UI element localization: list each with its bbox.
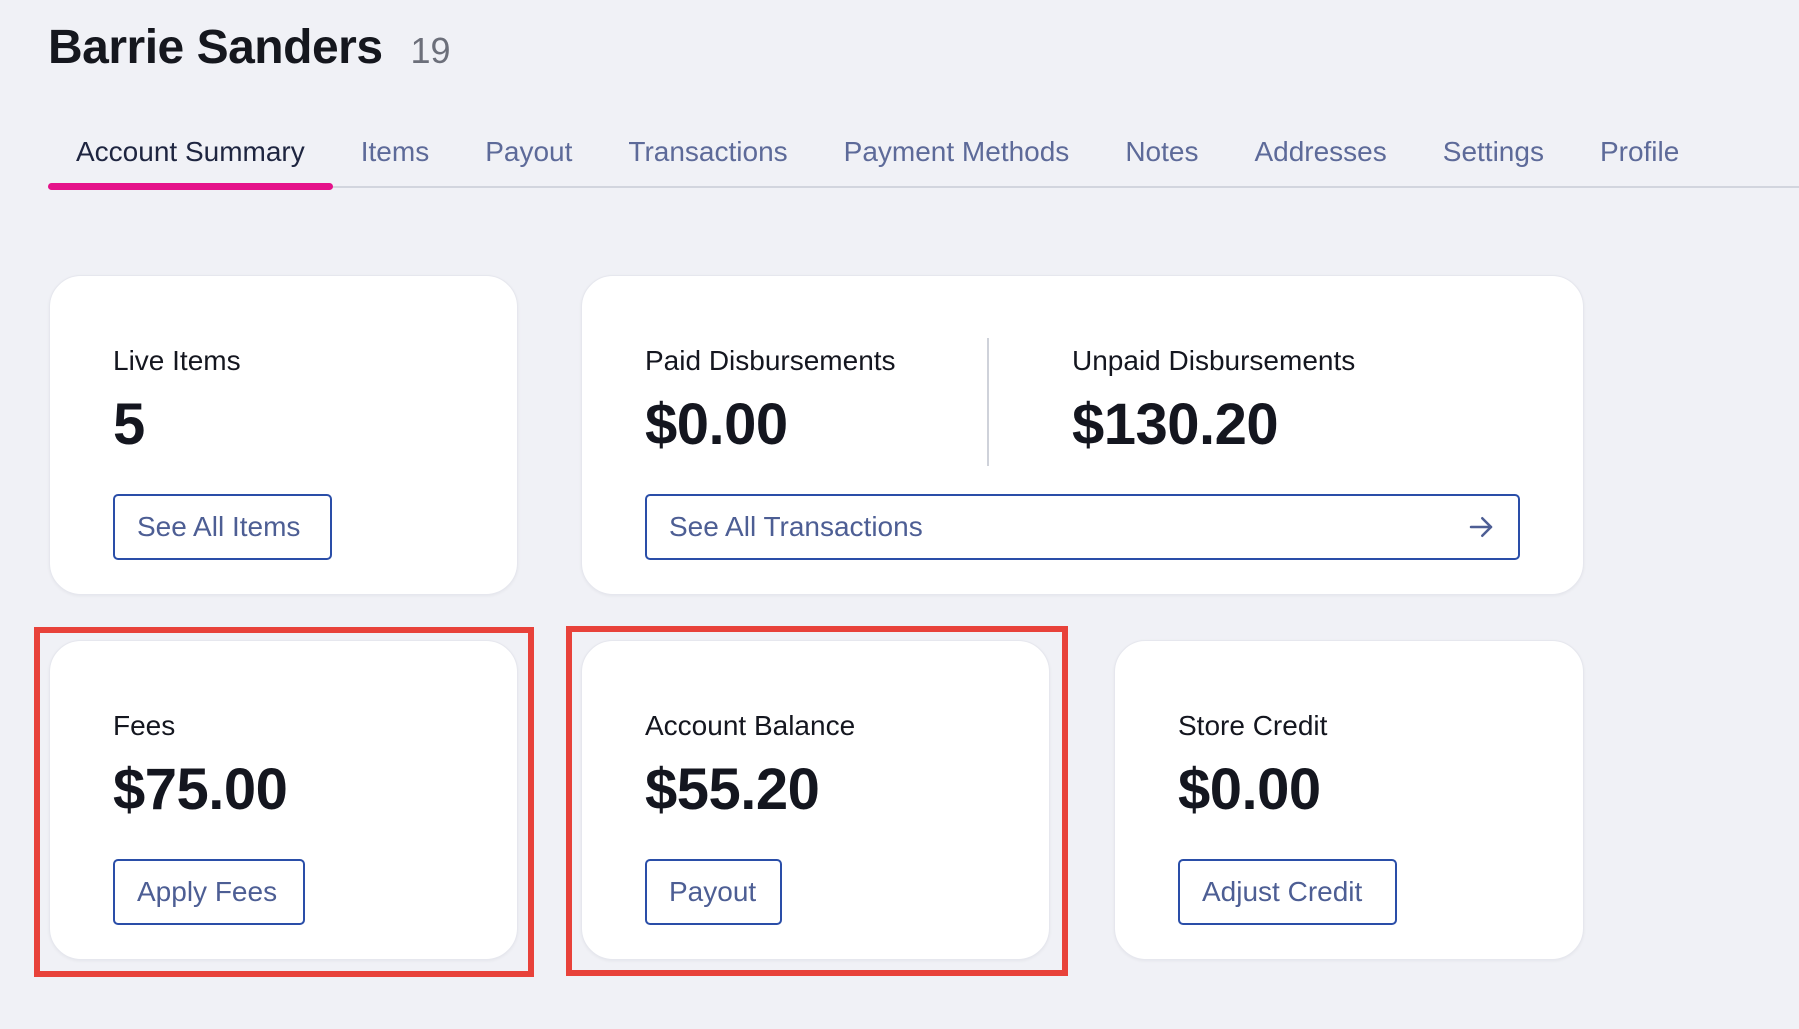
live-items-card: Live Items 5 See All Items	[49, 275, 518, 595]
adjust-credit-label: Adjust Credit	[1202, 876, 1363, 907]
store-credit-label: Store Credit	[1178, 710, 1328, 741]
paid-disbursements-value: $0.00	[645, 392, 788, 457]
tab-profile[interactable]: Profile	[1572, 130, 1707, 186]
see-all-transactions-button[interactable]: See All Transactions	[645, 494, 1520, 560]
store-credit-card: Store Credit $0.00 Adjust Credit	[1114, 640, 1584, 960]
store-credit-value: $0.00	[1178, 757, 1321, 822]
account-balance-card: Account Balance $55.20 Payout	[581, 640, 1050, 960]
tab-addresses[interactable]: Addresses	[1226, 130, 1414, 186]
apply-fees-button[interactable]: Apply Fees	[113, 859, 305, 925]
tab-payout[interactable]: Payout	[457, 130, 600, 186]
payout-button[interactable]: Payout	[645, 859, 782, 925]
adjust-credit-button[interactable]: Adjust Credit	[1178, 859, 1397, 925]
apply-fees-label: Apply Fees	[137, 876, 278, 907]
live-items-label: Live Items	[113, 345, 241, 376]
payout-button-label: Payout	[669, 876, 757, 907]
see-all-items-button[interactable]: See All Items	[113, 494, 332, 560]
fees-value: $75.00	[113, 757, 288, 822]
tab-settings[interactable]: Settings	[1415, 130, 1572, 186]
paid-disbursements-label: Paid Disbursements	[645, 345, 896, 376]
see-all-items-label: See All Items	[137, 511, 301, 542]
live-items-value: 5	[113, 392, 145, 457]
unpaid-disbursements-value: $130.20	[1072, 392, 1279, 457]
tab-transactions[interactable]: Transactions	[600, 130, 815, 186]
disbursements-card: Paid Disbursements $0.00 Unpaid Disburse…	[581, 275, 1584, 595]
see-all-transactions-label: See All Transactions	[669, 511, 923, 542]
account-id: 19	[410, 30, 451, 71]
account-summary-page: Barrie Sanders 19 Account Summary Items …	[0, 0, 1799, 1029]
arrow-right-icon	[1466, 512, 1496, 542]
account-balance-value: $55.20	[645, 757, 820, 822]
disbursements-divider	[987, 338, 989, 466]
tab-bar: Account Summary Items Payout Transaction…	[48, 130, 1799, 190]
fees-label: Fees	[113, 710, 176, 741]
tab-payment-methods[interactable]: Payment Methods	[816, 130, 1098, 186]
tab-account-summary[interactable]: Account Summary	[48, 130, 333, 190]
unpaid-disbursements-label: Unpaid Disbursements	[1072, 345, 1356, 376]
fees-card: Fees $75.00 Apply Fees	[49, 640, 518, 960]
tab-items[interactable]: Items	[333, 130, 457, 186]
account-balance-label: Account Balance	[645, 710, 856, 741]
tab-notes[interactable]: Notes	[1097, 130, 1226, 186]
page-title: Barrie Sanders	[48, 21, 383, 74]
page-header: Barrie Sanders 19	[48, 20, 451, 75]
